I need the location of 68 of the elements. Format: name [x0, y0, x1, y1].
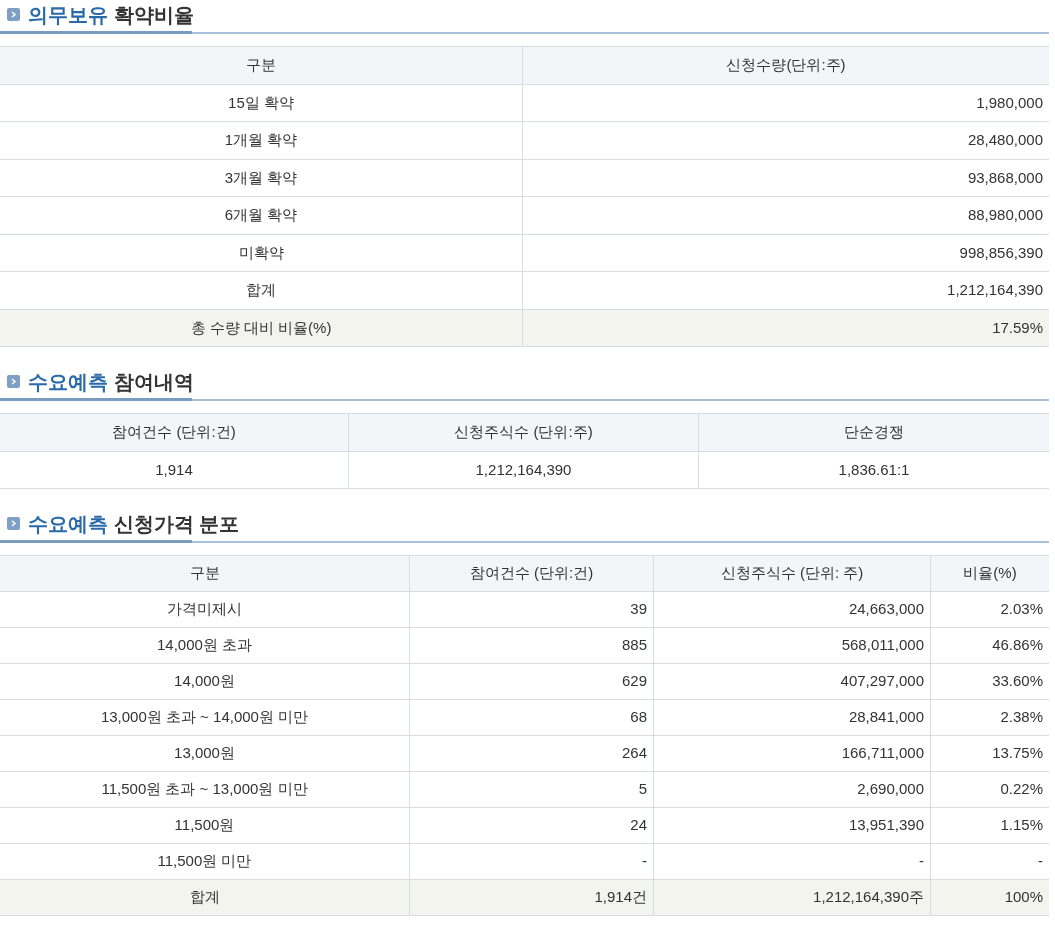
- section-title: 수요예측 신청가격 분포: [28, 511, 240, 537]
- table-cell: 1,980,000: [522, 84, 1049, 121]
- table-cell: 885: [409, 628, 653, 663]
- bullet-icon: [7, 517, 20, 530]
- table-cell-text: 합계: [188, 887, 221, 908]
- table-cell: 998,856,390: [522, 234, 1049, 271]
- table-cell-text: 6개월 확약: [223, 205, 299, 225]
- table-cell: 28,480,000: [522, 122, 1049, 159]
- table-cell: 2.03%: [930, 592, 1049, 627]
- table-cell: 68: [409, 700, 653, 735]
- section-title: 수요예측 참여내역: [28, 369, 194, 395]
- table-cell: 264: [409, 736, 653, 771]
- table-cell: 1,212,164,390: [348, 451, 698, 488]
- table-cell: 13,951,390: [653, 808, 930, 843]
- table-cell: 5: [409, 772, 653, 807]
- table-cell: 46.86%: [930, 628, 1049, 663]
- column-header: 신청수량(단위:주): [522, 47, 1049, 84]
- table-cell: 88,980,000: [522, 197, 1049, 234]
- table-cell: 1,212,164,390: [522, 272, 1049, 309]
- table-cell-text: 3개월 확약: [223, 167, 299, 188]
- table-cell: 568,011,000: [653, 628, 930, 663]
- table-cell: 1,212,164,390주: [653, 880, 930, 915]
- table-cell-text: 14,000원 초과: [155, 635, 253, 656]
- table-cell: 100%: [930, 880, 1049, 915]
- column-header: 참여건수 (단위:건): [409, 556, 653, 591]
- table-cell-text: 13,000원 초과 ~ 14,000원 미만: [99, 707, 310, 728]
- table-cell-text: 14,000원: [173, 671, 236, 692]
- column-header: 신청주식수 (단위:주): [348, 414, 698, 451]
- table-cell: 17.59%: [522, 309, 1049, 346]
- table-cell: 166,711,000: [653, 736, 930, 771]
- table-cell-text: 1,914: [154, 459, 194, 480]
- table-cell: -: [409, 844, 653, 879]
- bullet-icon: [7, 375, 20, 388]
- table-cell: 39: [409, 592, 653, 627]
- table-cell: 629: [409, 664, 653, 699]
- table-cell: -: [930, 844, 1049, 879]
- bullet-icon: [7, 8, 20, 21]
- table-cell: 1.15%: [930, 808, 1049, 843]
- table-cell: -: [653, 844, 930, 879]
- table-cell-text: 합계: [245, 280, 277, 300]
- column-header: 신청주식수 (단위: 주): [653, 556, 930, 591]
- table-cell: 93,868,000: [522, 159, 1049, 196]
- column-header: 참여건수 (단위:건): [111, 422, 237, 442]
- table-cell: 407,297,000: [653, 664, 930, 699]
- table-cell: 1,836.61:1: [698, 451, 1049, 488]
- table-cell-text: 13,000원: [173, 743, 236, 764]
- table-cell: 0.22%: [930, 772, 1049, 807]
- table-cell-text: 11,500원 미만: [156, 851, 253, 872]
- table-cell: 28,841,000: [653, 700, 930, 735]
- column-header: 단순경쟁: [698, 414, 1049, 451]
- table-cell-text: 가격미제시: [166, 599, 243, 620]
- table-cell-text: 15일 확약: [227, 92, 295, 113]
- table-cell-text: 11,500원: [173, 815, 236, 836]
- column-header: 구분: [245, 55, 277, 75]
- column-header: 비율(%): [930, 556, 1049, 591]
- table-cell: 1,914건: [409, 880, 653, 915]
- table-cell: 2,690,000: [653, 772, 930, 807]
- table-cell: 13.75%: [930, 736, 1049, 771]
- table-cell: 24,663,000: [653, 592, 930, 627]
- table-cell: 2.38%: [930, 700, 1049, 735]
- table-cell-text: 총 수량 대비 비율(%): [189, 317, 333, 338]
- section-title: 의무보유 확약비율: [28, 2, 194, 28]
- table-cell: 24: [409, 808, 653, 843]
- table-cell-text: 미확약: [237, 242, 285, 263]
- table-cell: 33.60%: [930, 664, 1049, 699]
- table-cell-text: 1개월 확약: [223, 130, 299, 150]
- table-cell-text: 11,500원 초과 ~ 13,000원 미만: [100, 779, 309, 800]
- column-header: 구분: [188, 563, 221, 584]
